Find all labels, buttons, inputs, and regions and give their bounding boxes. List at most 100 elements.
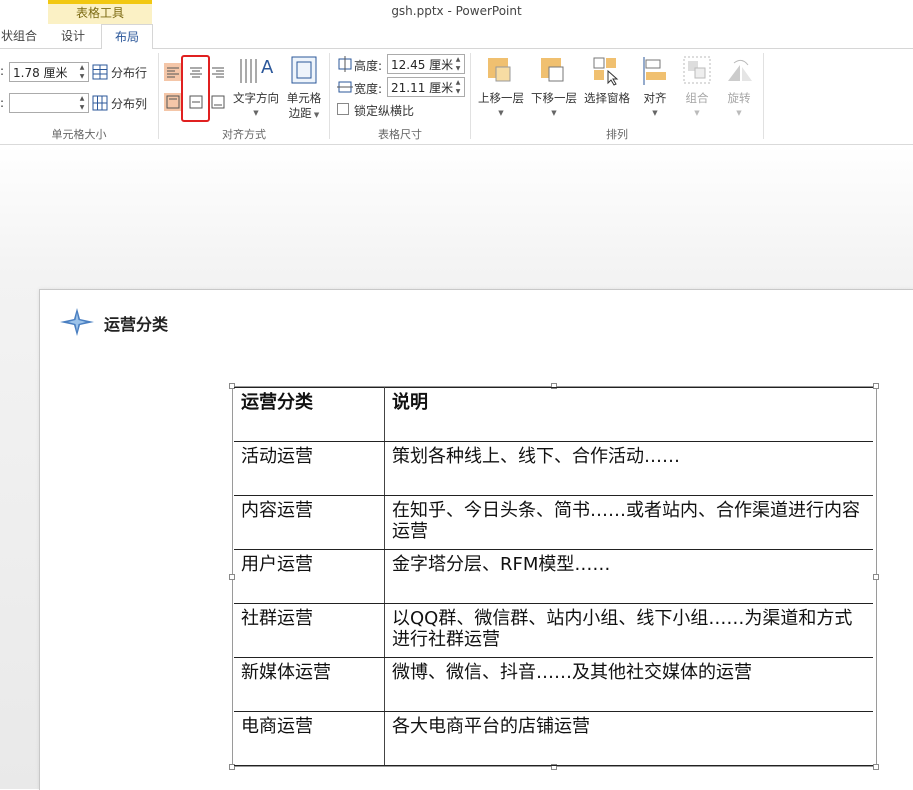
table-row: 电商运营 各大电商平台的店铺运营: [234, 711, 873, 766]
cell-height-value: 1.78 厘米: [13, 66, 68, 80]
table-cell[interactable]: 电商运营: [234, 711, 385, 766]
group-separator: [763, 53, 764, 139]
lock-aspect-label: 锁定纵横比: [354, 104, 415, 118]
resize-handle[interactable]: [873, 764, 879, 770]
sparkle-icon: [60, 308, 94, 336]
cell-height-field[interactable]: 1.78 厘米 ▲ ▼: [9, 62, 89, 82]
dropdown-caret-icon: ▼: [694, 109, 700, 117]
bring-forward-button[interactable]: 上移一层 ▼: [476, 53, 526, 123]
table-cell[interactable]: 微博、微信、抖音……及其他社交媒体的运营: [384, 657, 873, 712]
lock-aspect-checkbox[interactable]: [337, 103, 349, 115]
table-row: 活动运营 策划各种线上、线下、合作活动……: [234, 441, 873, 496]
table-row: 新媒体运营 微博、微信、抖音……及其他社交媒体的运营: [234, 657, 873, 712]
group-label: 组合 ▼: [676, 91, 718, 121]
table-cell[interactable]: 以QQ群、微信群、站内小组、线下小组……为渠道和方式进行社群运营: [384, 603, 873, 658]
align-bottom-button[interactable]: [209, 93, 227, 111]
table-row: 用户运营 金字塔分层、RFM模型……: [234, 549, 873, 604]
dropdown-caret-icon: ▼: [311, 111, 320, 119]
table-cell[interactable]: 内容运营: [234, 495, 385, 550]
table-width-field[interactable]: 21.11 厘米 ▲ ▼: [387, 77, 465, 97]
align-button[interactable]: 对齐 ▼: [634, 53, 676, 123]
slide-title[interactable]: 运营分类: [104, 311, 168, 335]
svg-text:A: A: [261, 57, 274, 78]
send-backward-label: 下移一层 ▼: [529, 91, 579, 121]
cell-margins-icon: [291, 56, 317, 84]
table-cell[interactable]: 用户运营: [234, 549, 385, 604]
table-height-label: 高度:: [354, 59, 383, 73]
bring-forward-label: 上移一层 ▼: [476, 91, 526, 121]
window-title: gsh.pptx - PowerPoint: [391, 4, 522, 18]
table-cell[interactable]: 金字塔分层、RFM模型……: [384, 549, 873, 604]
rotate-icon: [728, 59, 752, 81]
table-cell[interactable]: 在知乎、今日头条、简书……或者站内、合作渠道进行内容运营: [384, 495, 873, 550]
text-direction-text: 文字方向: [233, 91, 279, 105]
table-width-icon: [337, 81, 353, 93]
text-direction-label: 文字方向 ▼: [231, 91, 281, 121]
align-text: 对齐: [643, 91, 667, 105]
table-width-value: 21.11 厘米: [391, 81, 454, 95]
selection-pane-icon: [593, 57, 619, 86]
align-bottom-icon: [211, 95, 225, 109]
spinner-icon[interactable]: ▲ ▼: [76, 94, 88, 112]
highlight-box: [181, 55, 210, 122]
align-left-icon: [167, 67, 179, 78]
cell-width-icon: :: [0, 96, 5, 110]
text-direction-button[interactable]: A 文字方向 ▼: [231, 53, 281, 123]
selection-pane-button[interactable]: 选择窗格: [582, 53, 632, 123]
distribute-rows-icon: [92, 64, 108, 80]
text-direction-icon: A: [240, 57, 274, 83]
table-cell[interactable]: 说明: [384, 387, 873, 442]
rotate-label: 旋转 ▼: [718, 91, 760, 121]
group-button[interactable]: 组合 ▼: [676, 53, 718, 123]
dropdown-caret-icon: ▼: [652, 109, 658, 117]
cell-margins-text-2: 边距: [288, 106, 312, 120]
ribbon-tabs: 状组合 设计 布局: [0, 24, 913, 50]
align-top-button[interactable]: [164, 93, 182, 111]
table-cell[interactable]: 策划各种线上、线下、合作活动……: [384, 441, 873, 496]
alignment-group-label: 对齐方式: [222, 128, 266, 141]
dropdown-caret-icon: ▼: [253, 109, 259, 117]
table-cell[interactable]: 各大电商平台的店铺运营: [384, 711, 873, 766]
tab-design[interactable]: 设计: [48, 24, 98, 48]
table-cell[interactable]: 社群运营: [234, 603, 385, 658]
table-cell[interactable]: 活动运营: [234, 441, 385, 496]
send-backward-text: 下移一层: [531, 91, 577, 105]
selection-pane-label: 选择窗格: [584, 91, 630, 105]
table-width-label: 宽度:: [354, 82, 383, 96]
tab-shape-group[interactable]: 状组合: [0, 24, 38, 48]
title-bar: 表格工具 gsh.pptx - PowerPoint: [0, 0, 913, 24]
spinner-icon[interactable]: ▲ ▼: [452, 78, 464, 96]
spinner-icon[interactable]: ▲ ▼: [76, 63, 88, 81]
cell-margins-label: 单元格 边距 ▼: [282, 91, 326, 123]
group-objects-icon: [683, 56, 711, 84]
rotate-text: 旋转: [727, 91, 751, 105]
align-label: 对齐 ▼: [634, 91, 676, 121]
resize-handle[interactable]: [873, 383, 879, 389]
cell-margins-button[interactable]: 单元格 边距 ▼: [282, 53, 326, 123]
cell-margins-text-1: 单元格: [286, 91, 322, 105]
distribute-rows-button[interactable]: 分布行: [92, 62, 152, 82]
table-height-icon: [338, 56, 352, 72]
align-right-icon: [212, 67, 224, 78]
bring-forward-icon: [488, 58, 511, 82]
arrange-group-label: 排列: [606, 128, 628, 141]
operations-table[interactable]: 运营分类 说明 活动运营 策划各种线上、线下、合作活动…… 内容运营 在知乎、今…: [234, 387, 873, 766]
distribute-cols-label: 分布列: [111, 97, 148, 111]
distribute-cols-button[interactable]: 分布列: [92, 93, 152, 113]
table-height-value: 12.45 厘米: [391, 58, 454, 72]
resize-handle[interactable]: [873, 574, 879, 580]
dropdown-caret-icon: ▼: [498, 109, 504, 117]
align-right-button[interactable]: [209, 63, 227, 81]
table-header-row: 运营分类 说明: [234, 387, 873, 442]
table-cell[interactable]: 新媒体运营: [234, 657, 385, 712]
table-cell[interactable]: 运营分类: [234, 387, 385, 442]
tab-layout[interactable]: 布局: [101, 24, 153, 50]
dropdown-caret-icon: ▼: [736, 109, 742, 117]
table-height-field[interactable]: 12.45 厘米 ▲ ▼: [387, 54, 465, 74]
align-left-button[interactable]: [164, 63, 182, 81]
cell-width-field[interactable]: ▲ ▼: [9, 93, 89, 113]
send-backward-button[interactable]: 下移一层 ▼: [529, 53, 579, 123]
spinner-icon[interactable]: ▲ ▼: [452, 55, 464, 73]
rotate-button[interactable]: 旋转 ▼: [718, 53, 760, 123]
ribbon: : 1.78 厘米 ▲ ▼ : ▲ ▼ 分布行 分布列 单元格大小 A 文字方向…: [0, 49, 913, 145]
